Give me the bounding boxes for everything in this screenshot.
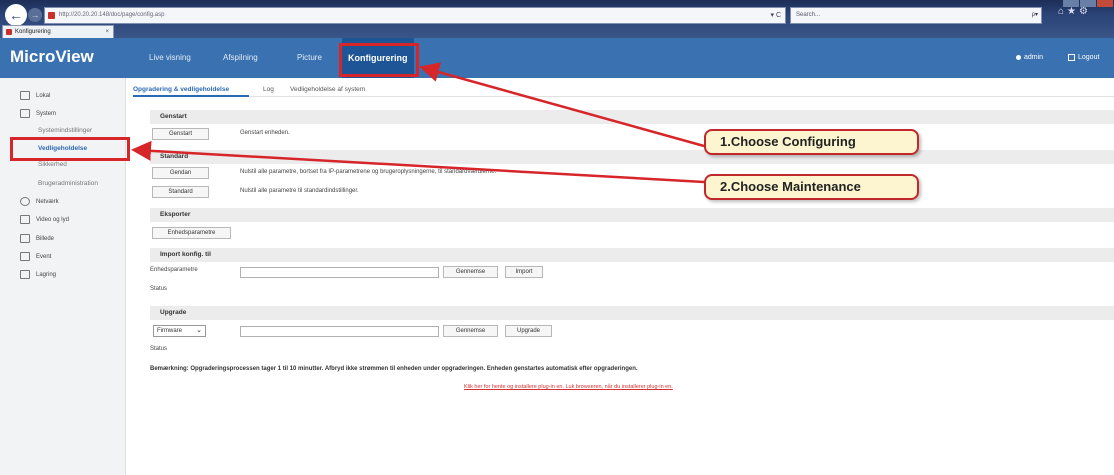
annotation-arrows [131, 62, 705, 184]
arrow-to-configuring [419, 62, 705, 148]
arrow-to-maintenance [131, 140, 705, 184]
callout-step-2: 2.Choose Maintenance [704, 174, 919, 200]
callout-step-1: 1.Choose Configuring [704, 129, 919, 155]
